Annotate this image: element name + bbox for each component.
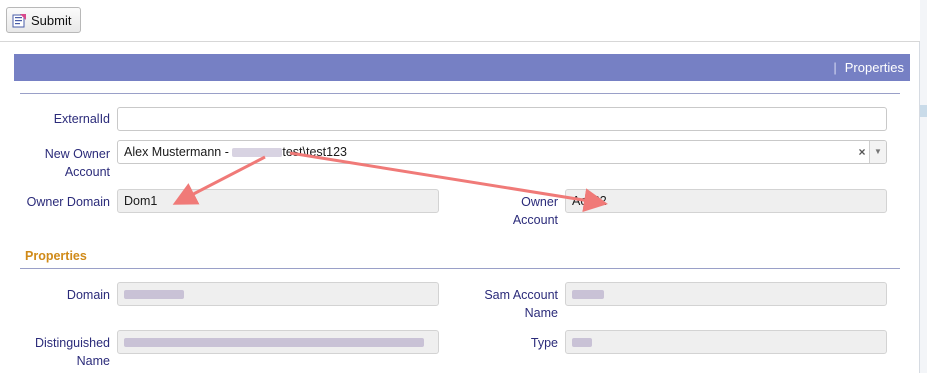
submit-label: Submit	[31, 12, 72, 28]
externalid-label: ExternalId	[53, 112, 110, 126]
owner-value-prefix: Alex Mustermann -	[124, 145, 233, 159]
scroll-strip	[920, 0, 927, 373]
owner-domain-field: Dom1	[117, 189, 439, 213]
new-owner-account-label-line2: Account	[64, 165, 110, 179]
properties-divider	[20, 268, 900, 269]
section-header: | Properties	[14, 54, 910, 81]
distinguished-name-label-line1: Distinguished	[34, 336, 110, 350]
section-title: Properties	[844, 60, 904, 75]
type-field	[565, 330, 887, 354]
sam-account-label-line2: Name	[524, 306, 558, 320]
redacted-text	[232, 148, 283, 158]
sam-account-label-line1: Sam Account	[484, 288, 558, 302]
dropdown-arrow-icon[interactable]: ▼	[869, 141, 886, 163]
owner-value-suffix: test\test123	[282, 145, 347, 159]
externalid-input[interactable]	[117, 107, 887, 131]
distinguished-name-field	[117, 330, 439, 354]
toolbar: Submit	[0, 0, 920, 42]
clear-x-icon[interactable]: ×	[855, 141, 869, 163]
type-label: Type	[530, 336, 558, 350]
save-form-icon	[12, 13, 27, 28]
owner-account-label: Owner Account	[480, 193, 558, 229]
scroll-marker	[920, 105, 927, 117]
form-panel: Submit | Properties ExternalId New Owner…	[0, 0, 920, 373]
owner-account-label-line1: Owner	[521, 195, 558, 209]
domain-field	[117, 282, 439, 306]
redacted-text	[572, 290, 604, 300]
distinguished-name-label: Distinguished Name	[20, 334, 110, 370]
submit-button[interactable]: Submit	[6, 7, 81, 33]
properties-subheading: Properties	[25, 249, 87, 263]
redacted-text	[124, 338, 424, 348]
redacted-text	[124, 290, 184, 300]
owner-account-field: Acc22	[565, 189, 887, 213]
sam-account-name-field	[565, 282, 887, 306]
new-owner-account-label: New Owner Account	[20, 145, 110, 181]
redacted-text	[572, 338, 592, 348]
owner-account-label-line2: Account	[512, 213, 558, 227]
section-separator: |	[833, 60, 837, 75]
domain-label: Domain	[66, 288, 110, 302]
distinguished-name-label-line2: Name	[76, 354, 110, 368]
new-owner-account-select[interactable]: Alex Mustermann - test\test123 × ▼	[117, 140, 887, 164]
section-divider	[20, 93, 900, 94]
new-owner-account-value: Alex Mustermann - test\test123	[124, 141, 855, 163]
owner-domain-label: Owner Domain	[26, 195, 110, 209]
new-owner-account-label-line1: New Owner	[44, 147, 110, 161]
sam-account-name-label: Sam Account Name	[470, 286, 558, 322]
